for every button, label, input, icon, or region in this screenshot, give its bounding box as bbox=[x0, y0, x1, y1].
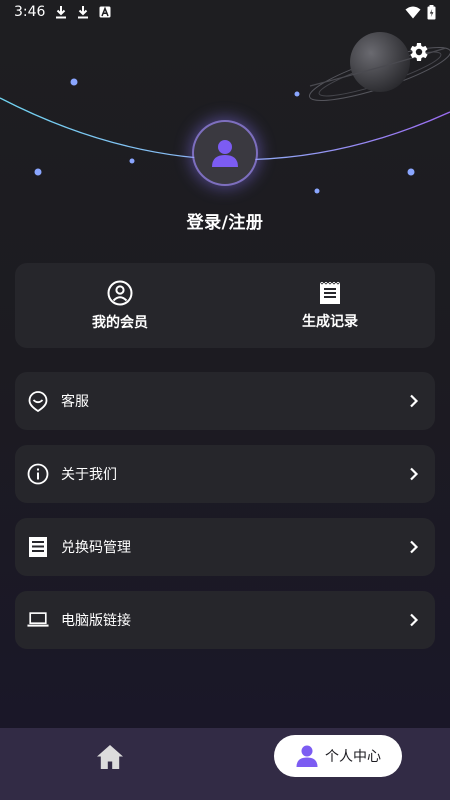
member-icon bbox=[107, 280, 133, 305]
nav-home-button[interactable] bbox=[96, 744, 124, 770]
menu-label: 电脑版链接 bbox=[61, 613, 131, 629]
menu-label: 兑换码管理 bbox=[61, 540, 131, 556]
status-right bbox=[405, 4, 436, 20]
status-left: 3:46 bbox=[14, 4, 111, 20]
wifi-icon bbox=[405, 6, 421, 18]
info-icon bbox=[27, 463, 49, 485]
menu-item-pc-link[interactable]: 电脑版链接 bbox=[15, 591, 435, 649]
service-icon bbox=[27, 390, 49, 412]
user-icon bbox=[212, 140, 238, 167]
nav-profile-label: 个人中心 bbox=[325, 749, 381, 765]
chevron-right-icon bbox=[410, 394, 419, 408]
chevron-right-icon bbox=[410, 613, 419, 627]
a-letter-icon bbox=[99, 6, 111, 18]
status-time: 3:46 bbox=[14, 4, 46, 20]
chevron-right-icon bbox=[410, 540, 419, 554]
menu-label: 关于我们 bbox=[61, 467, 117, 483]
menu-item-about-us[interactable]: 关于我们 bbox=[15, 445, 435, 503]
menu-label: 客服 bbox=[61, 394, 89, 410]
download-icon bbox=[78, 6, 89, 19]
gear-icon bbox=[410, 43, 428, 61]
bottom-nav: 个人中心 bbox=[0, 728, 450, 800]
nav-profile-button[interactable]: 个人中心 bbox=[274, 735, 402, 777]
home-icon bbox=[97, 745, 123, 769]
my-membership-label: 我的会员 bbox=[92, 314, 148, 331]
coupon-icon bbox=[27, 536, 49, 558]
my-membership-button[interactable]: 我的会员 bbox=[15, 263, 225, 348]
menu-item-customer-service[interactable]: 客服 bbox=[15, 372, 435, 430]
menu-item-redeem-code[interactable]: 兑换码管理 bbox=[15, 518, 435, 576]
settings-button[interactable] bbox=[406, 40, 430, 64]
quick-actions-card: 我的会员 生成记录 bbox=[15, 263, 435, 348]
generation-records-label: 生成记录 bbox=[302, 313, 358, 330]
user-icon bbox=[296, 745, 318, 767]
laptop-icon bbox=[27, 609, 49, 631]
record-icon bbox=[319, 280, 341, 304]
download-icon bbox=[56, 6, 67, 19]
chevron-right-icon bbox=[410, 467, 419, 481]
status-bar: 3:46 bbox=[0, 0, 450, 24]
login-register-link[interactable]: 登录/注册 bbox=[0, 208, 450, 233]
avatar[interactable] bbox=[194, 122, 256, 184]
battery-icon bbox=[427, 4, 436, 19]
generation-records-button[interactable]: 生成记录 bbox=[225, 263, 435, 348]
